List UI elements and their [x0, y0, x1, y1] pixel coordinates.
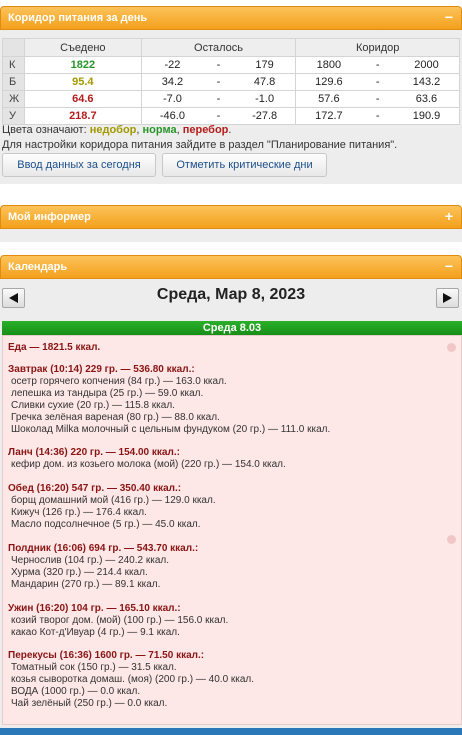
- collapse-icon[interactable]: −: [444, 259, 454, 273]
- list-item: Чай зелёный (250 гр.) — 0.0 ккал.: [11, 698, 168, 709]
- corridor-dash: -: [375, 93, 380, 105]
- left-dash: -: [216, 93, 221, 105]
- eaten-value: 1822: [23, 56, 142, 74]
- corridor-dash: -: [375, 59, 380, 71]
- legend-norm: норма: [142, 124, 177, 136]
- left-to: 179: [255, 59, 274, 71]
- round-marker-icon: [447, 343, 456, 352]
- left-to: -27.8: [252, 110, 278, 122]
- prev-day-button[interactable]: [2, 288, 25, 308]
- left-dash: -: [216, 110, 221, 122]
- table-row: Б 95.4 34.2 - 47.8 129.6 - 143.2: [2, 73, 460, 91]
- corridor-dash: -: [375, 76, 380, 88]
- meal-header-snacks: Перекусы (16:36) 1600 гр. — 71.50 ккал.:: [8, 650, 205, 661]
- table-row: У 218.7 -46.0 - -27.8 172.7 - 190.9: [2, 107, 460, 125]
- calendar-panel-title: Календарь: [8, 261, 68, 273]
- row-label: Ж: [2, 90, 25, 108]
- corridor-from: 57.6: [318, 93, 340, 105]
- table-header-row: Съедено Осталось Коридор: [2, 38, 460, 57]
- list-item: козья сыворотка домаш. (моя) (200 гр.) —…: [11, 674, 255, 685]
- list-item: Гречка зелёная вареная (80 гр.) — 88.0 к…: [11, 412, 220, 423]
- row-label: К: [2, 56, 25, 74]
- list-item: козий творог дом. (мой) (100 гр.) — 156.…: [11, 615, 229, 626]
- meal-header-snack: Полдник (16:06) 694 гр. — 543.70 ккал.:: [8, 543, 199, 554]
- food-total: Еда — 1821.5 ккал.: [8, 342, 101, 353]
- corridor-from: 1800: [316, 59, 342, 71]
- left-from: -22: [164, 59, 181, 71]
- list-item: Хурма (320 гр.) — 214.4 ккал.: [11, 567, 148, 578]
- list-item: Томатный сок (150 гр.) — 31.5 ккал.: [11, 662, 177, 673]
- corridor-to: 63.6: [415, 93, 438, 105]
- header-left: Осталось: [140, 38, 297, 57]
- legend-end: .: [228, 124, 232, 136]
- corridor-to: 190.9: [412, 110, 441, 122]
- table-row: К 1822 -22 - 179 1800 - 2000: [2, 56, 460, 74]
- left-from: -7.0: [162, 93, 182, 105]
- table-header-corner: [2, 38, 25, 57]
- legend-separator: ,: [136, 124, 140, 136]
- informer-panel-body: [0, 229, 462, 242]
- corridor-panel-title: Коридор питания за день: [8, 12, 148, 24]
- day-details: Еда — 1821.5 ккал. Завтрак (10:14) 229 г…: [2, 335, 462, 725]
- list-item: Чернослив (104 гр.) — 240.2 ккал.: [11, 555, 169, 566]
- settings-hint: Для настройки коридора питания зайдите в…: [2, 139, 398, 151]
- bottom-bar: [0, 728, 462, 735]
- color-legend: Цвета означают: недобор, норма, перебор.: [2, 124, 231, 136]
- meal-header-lunch: Ланч (14:36) 220 гр. — 154.00 ккал.:: [8, 447, 180, 458]
- left-to: 47.8: [253, 76, 276, 88]
- meal-header-dinner: Обед (16:20) 547 гр. — 350.40 ккал.:: [8, 483, 182, 494]
- next-day-button[interactable]: [436, 288, 459, 308]
- row-label: У: [2, 107, 25, 125]
- calendar-date-title: Среда, Мар 8, 2023: [156, 286, 306, 303]
- list-item: Масло подсолнечное (5 гр.) — 45.0 ккал.: [11, 519, 201, 530]
- list-item: Кижуч (126 гр.) — 176.4 ккал.: [11, 507, 147, 518]
- left-from: -46.0: [159, 110, 185, 122]
- list-item: Мандарин (270 гр.) — 89.1 ккал.: [11, 579, 161, 590]
- eaten-value: 95.4: [23, 73, 142, 91]
- corridor-from: 129.6: [315, 76, 343, 88]
- list-item: осетр горячего копчения (84 гр.) — 163.0…: [11, 376, 227, 387]
- header-corridor: Коридор: [295, 38, 460, 57]
- meal-header-breakfast: Завтрак (10:14) 229 гр. — 536.80 ккал.:: [8, 364, 195, 375]
- round-marker-icon: [447, 535, 456, 544]
- left-to: -1.0: [255, 93, 275, 105]
- expand-icon[interactable]: +: [444, 209, 454, 223]
- left-dash: -: [216, 76, 221, 88]
- legend-prefix: Цвета означают:: [2, 124, 87, 136]
- corridor-from: 172.7: [315, 110, 343, 122]
- list-item: кефир дом. из козьего молока (мой) (220 …: [11, 459, 286, 470]
- arrow-right-icon: [443, 293, 452, 303]
- left-dash: -: [216, 59, 221, 71]
- meal-header-supper: Ужин (16:20) 104 гр. — 165.10 ккал.:: [8, 603, 181, 614]
- list-item: Шоколад Milka молочный с цельным фундуко…: [11, 424, 331, 435]
- row-label: Б: [2, 73, 25, 91]
- enter-today-data-button[interactable]: Ввод данных за сегодня: [2, 153, 156, 177]
- corridor-dash: -: [375, 110, 380, 122]
- informer-panel-header[interactable]: Мой информер +: [0, 205, 462, 229]
- arrow-left-icon: [9, 293, 18, 303]
- day-header: Среда 8.03: [2, 321, 462, 335]
- list-item: Сливки сухие (20 гр.) — 115.8 ккал.: [11, 400, 175, 411]
- list-item: борщ домашний мой (416 гр.) — 129.0 ккал…: [11, 495, 216, 506]
- eaten-value: 64.6: [23, 90, 142, 108]
- corridor-to: 2000: [414, 59, 439, 71]
- corridor-panel-header[interactable]: Коридор питания за день −: [0, 6, 462, 30]
- list-item: какао Кот-д'Ивуар (4 гр.) — 9.1 ккал.: [11, 627, 180, 638]
- collapse-icon[interactable]: −: [444, 10, 454, 24]
- calendar-panel-header[interactable]: Календарь −: [0, 255, 462, 279]
- corridor-to: 143.2: [412, 76, 441, 88]
- mark-critical-days-button[interactable]: Отметить критические дни: [162, 153, 327, 177]
- header-eaten: Съедено: [23, 38, 142, 57]
- legend-over: перебор: [182, 124, 229, 136]
- list-item: ВОДА (1000 гр.) — 0.0 ккал.: [11, 686, 141, 697]
- left-from: 34.2: [161, 76, 184, 88]
- legend-under: недобор: [89, 124, 137, 136]
- legend-separator: ,: [176, 124, 180, 136]
- corridor-table: Съедено Осталось Коридор К 1822 -22 - 179 …: [2, 38, 460, 125]
- eaten-value: 218.7: [23, 107, 142, 125]
- list-item: лепешка из тандыра (25 гр.) — 59.0 ккал.: [11, 388, 204, 399]
- table-row: Ж 64.6 -7.0 - -1.0 57.6 - 63.6: [2, 90, 460, 108]
- informer-panel-title: Мой информер: [8, 211, 91, 223]
